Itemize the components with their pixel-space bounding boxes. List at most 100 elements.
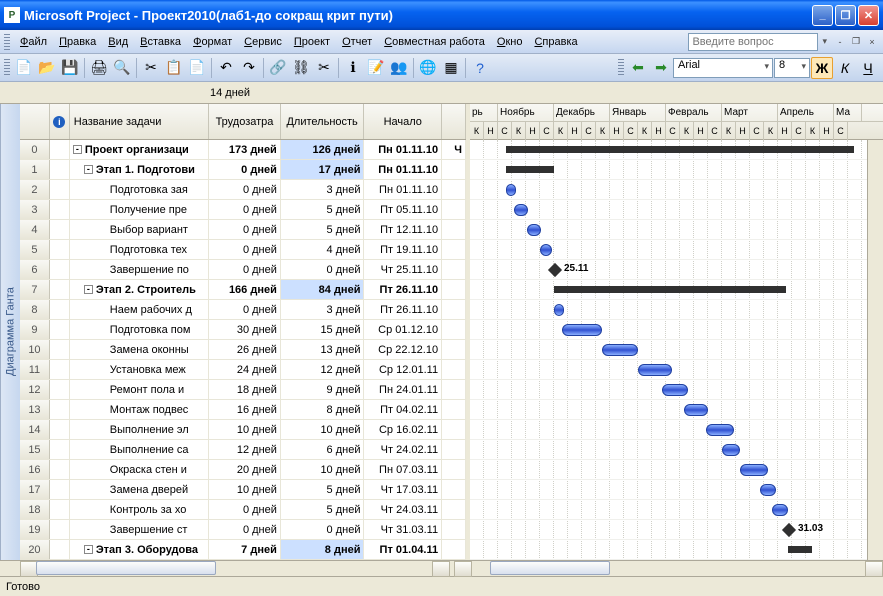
entry-bar[interactable]: 14 дней xyxy=(0,82,883,104)
help-search-input[interactable] xyxy=(688,33,818,51)
task-name-cell[interactable]: -Проект организаци xyxy=(70,140,209,159)
start-cell[interactable]: Ср 12.01.11 xyxy=(364,360,442,379)
duration-cell[interactable]: 9 дней xyxy=(281,380,365,399)
print-button[interactable]: 🖨 xyxy=(88,57,110,79)
indicators-cell[interactable] xyxy=(50,460,70,479)
finish-cell[interactable] xyxy=(442,180,466,199)
start-cell[interactable]: Чт 31.03.11 xyxy=(364,520,442,539)
row-number[interactable]: 13 xyxy=(20,400,50,419)
next-button[interactable]: ➡ xyxy=(650,57,672,79)
start-cell[interactable]: Ср 22.12.10 xyxy=(364,340,442,359)
start-cell[interactable]: Пт 04.02.11 xyxy=(364,400,442,419)
mdi-minimize-button[interactable]: - xyxy=(833,35,847,49)
indicators-cell[interactable] xyxy=(50,400,70,419)
duration-cell[interactable]: 3 дней xyxy=(281,300,365,319)
task-row[interactable]: 0-Проект организаци173 дней126 днейПн 01… xyxy=(20,140,466,160)
indicators-cell[interactable] xyxy=(50,300,70,319)
task-bar[interactable] xyxy=(527,224,541,236)
gantt-row[interactable] xyxy=(470,400,883,420)
indicators-header[interactable]: i xyxy=(50,104,70,139)
duration-cell[interactable]: 5 дней xyxy=(281,500,365,519)
task-row[interactable]: 6Завершение по0 дней0 днейЧт 25.11.10 xyxy=(20,260,466,280)
menu-формат[interactable]: Формат xyxy=(187,34,238,50)
publish-button[interactable]: 🌐 xyxy=(417,57,439,79)
duration-cell[interactable]: 84 дней xyxy=(281,280,365,299)
work-cell[interactable]: 12 дней xyxy=(209,440,281,459)
summary-bar[interactable] xyxy=(788,546,812,553)
task-bar[interactable] xyxy=(760,484,776,496)
maximize-button[interactable]: ❐ xyxy=(835,5,856,26)
task-row[interactable]: 9Подготовка пом30 дней15 днейСр 01.12.10 xyxy=(20,320,466,340)
task-row[interactable]: 19Завершение ст0 дней0 днейЧт 31.03.11 xyxy=(20,520,466,540)
gantt-row[interactable] xyxy=(470,180,883,200)
gantt-row[interactable] xyxy=(470,420,883,440)
start-cell[interactable]: Чт 17.03.11 xyxy=(364,480,442,499)
finish-cell[interactable] xyxy=(442,320,466,339)
work-cell[interactable]: 16 дней xyxy=(209,400,281,419)
task-name-cell[interactable]: Замена оконны xyxy=(70,340,209,359)
minimize-button[interactable]: _ xyxy=(812,5,833,26)
task-name-cell[interactable]: Выполнение эл xyxy=(70,420,209,439)
col-start-header[interactable]: Начало xyxy=(364,104,442,139)
work-cell[interactable]: 26 дней xyxy=(209,340,281,359)
menu-вставка[interactable]: Вставка xyxy=(134,34,187,50)
gantt-row[interactable] xyxy=(470,140,883,160)
work-cell[interactable]: 0 дней xyxy=(209,160,281,179)
rownum-header[interactable] xyxy=(20,104,50,139)
indicators-cell[interactable] xyxy=(50,260,70,279)
finish-cell[interactable] xyxy=(442,400,466,419)
gantt-row[interactable] xyxy=(470,300,883,320)
finish-cell[interactable] xyxy=(442,440,466,459)
row-number[interactable]: 20 xyxy=(20,540,50,559)
row-number[interactable]: 9 xyxy=(20,320,50,339)
indicators-cell[interactable] xyxy=(50,360,70,379)
finish-cell[interactable] xyxy=(442,340,466,359)
work-cell[interactable]: 20 дней xyxy=(209,460,281,479)
task-name-cell[interactable]: Получение пре xyxy=(70,200,209,219)
menu-проект[interactable]: Проект xyxy=(288,34,336,50)
gantt-row[interactable] xyxy=(470,500,883,520)
row-number[interactable]: 8 xyxy=(20,300,50,319)
task-name-cell[interactable]: -Этап 1. Подготови xyxy=(70,160,209,179)
task-bar[interactable] xyxy=(706,424,734,436)
start-cell[interactable]: Пн 01.11.10 xyxy=(364,180,442,199)
start-cell[interactable]: Пт 05.11.10 xyxy=(364,200,442,219)
duration-cell[interactable]: 8 дней xyxy=(281,400,365,419)
save-button[interactable]: 💾 xyxy=(59,57,81,79)
row-number[interactable]: 10 xyxy=(20,340,50,359)
duration-cell[interactable]: 8 дней xyxy=(281,540,365,559)
work-cell[interactable]: 0 дней xyxy=(209,300,281,319)
copy-button[interactable]: 📋 xyxy=(163,57,185,79)
task-name-cell[interactable]: Окраска стен и xyxy=(70,460,209,479)
task-row[interactable]: 5Подготовка тех0 дней4 днейПт 19.11.10 xyxy=(20,240,466,260)
menu-файл[interactable]: Файл xyxy=(14,34,53,50)
work-cell[interactable]: 0 дней xyxy=(209,260,281,279)
start-cell[interactable]: Пн 01.11.10 xyxy=(364,160,442,179)
start-cell[interactable]: Ср 16.02.11 xyxy=(364,420,442,439)
duration-cell[interactable]: 126 дней xyxy=(281,140,365,159)
indicators-cell[interactable] xyxy=(50,500,70,519)
task-row[interactable]: 12Ремонт пола и18 дней9 днейПн 24.01.11 xyxy=(20,380,466,400)
finish-cell[interactable] xyxy=(442,480,466,499)
task-bar[interactable] xyxy=(722,444,740,456)
col-name-header[interactable]: Название задачи xyxy=(70,104,209,139)
finish-cell[interactable] xyxy=(442,200,466,219)
task-name-cell[interactable]: Завершение по xyxy=(70,260,209,279)
indicators-cell[interactable] xyxy=(50,420,70,439)
gantt-row[interactable] xyxy=(470,160,883,180)
duration-cell[interactable]: 6 дней xyxy=(281,440,365,459)
indicators-cell[interactable] xyxy=(50,280,70,299)
task-row[interactable]: 13Монтаж подвес16 дней8 днейПт 04.02.11 xyxy=(20,400,466,420)
task-name-cell[interactable]: Ремонт пола и xyxy=(70,380,209,399)
task-row[interactable]: 8Наем рабочих д0 дней3 днейПт 26.11.10 xyxy=(20,300,466,320)
task-row[interactable]: 15Выполнение са12 дней6 днейЧт 24.02.11 xyxy=(20,440,466,460)
task-row[interactable]: 16Окраска стен и20 дней10 днейПн 07.03.1… xyxy=(20,460,466,480)
start-cell[interactable]: Пт 01.04.11 xyxy=(364,540,442,559)
link-button[interactable]: 🔗 xyxy=(267,57,289,79)
task-name-cell[interactable]: Замена дверей xyxy=(70,480,209,499)
row-number[interactable]: 17 xyxy=(20,480,50,499)
work-cell[interactable]: 173 дней xyxy=(209,140,281,159)
row-number[interactable]: 5 xyxy=(20,240,50,259)
work-cell[interactable]: 10 дней xyxy=(209,420,281,439)
start-cell[interactable]: Пн 01.11.10 xyxy=(364,140,442,159)
